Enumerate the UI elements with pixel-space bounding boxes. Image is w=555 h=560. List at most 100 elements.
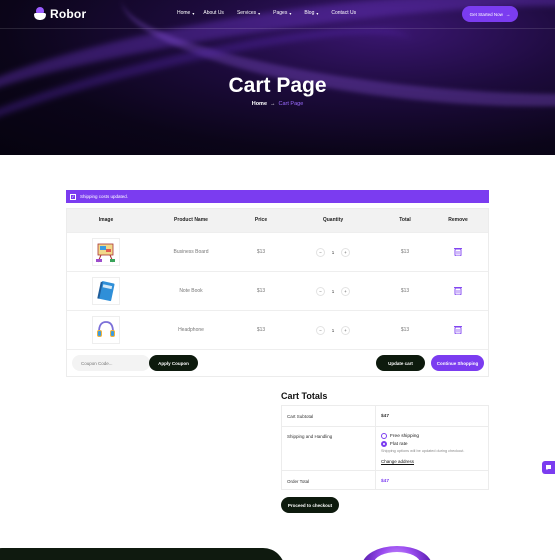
qty-increase-button[interactable]: + [340,247,350,257]
chevron-down-icon: ▾ [289,10,292,16]
breadcrumb-current: Cart Page [278,101,304,107]
brand-name: Robor [50,7,87,21]
col-header-total: Total [399,217,411,223]
coupon-input[interactable] [72,355,150,371]
order-total-value: $47 [381,479,390,484]
chevron-down-icon: ▾ [258,10,261,16]
product-name[interactable]: Note Book [179,288,202,294]
nav-item-contact[interactable]: Contact Us [331,10,356,16]
chevron-down-icon: ▾ [192,10,195,16]
get-started-button[interactable]: Get Started Now → [462,6,518,22]
qty-increase-button[interactable]: + [340,286,350,296]
product-image[interactable] [92,277,120,305]
row-divider [282,470,488,471]
shipping-notice: ✓ Shipping costs updated. [66,190,489,203]
qty-increase-button[interactable]: + [340,325,350,335]
nav-item-home[interactable]: Home ▾ [177,10,194,16]
quantity-stepper: − 1 + [316,325,350,335]
nav-item-about[interactable]: About Us [203,10,224,16]
qty-value[interactable]: 1 [332,289,335,294]
nav-divider [0,28,555,29]
change-address-link[interactable]: Change address [381,459,414,464]
robot-logo-icon [34,7,46,21]
shipping-note: Shipping options will be updated during … [381,449,465,453]
product-name[interactable]: Business Board [173,249,208,255]
notebook-icon [97,281,115,302]
cart-totals-title: Cart Totals [281,391,328,401]
product-name[interactable]: Headphone [178,327,204,333]
get-started-label: Get Started Now [469,11,503,17]
qty-decrease-button[interactable]: − [316,247,325,257]
product-total: $13 [400,249,410,255]
row-divider [282,426,488,427]
chevron-down-icon: ▾ [316,10,319,16]
top-nav: Robor Home ▾ About Us Services ▾ Pages ▾ Bl… [0,0,555,29]
radio-unselected-icon [381,433,387,439]
footer-dark-panel [0,548,285,560]
brand-logo[interactable]: Robor [34,7,86,21]
subtotal-value: $47 [381,414,390,419]
product-image[interactable] [92,238,120,266]
cart-totals-table: Cart Subtotal $47 Shipping and Handling … [281,405,489,490]
table-row: Business Board $13 − 1 + $13 [67,232,488,271]
trash-icon[interactable] [454,247,462,256]
hero-banner: Robor Home ▾ About Us Services ▾ Pages ▾ Bl… [0,0,555,155]
arrow-right-icon: → [505,11,511,17]
apply-coupon-button[interactable]: Apply Coupon [149,355,198,371]
breadcrumb-home[interactable]: Home [252,101,267,107]
quantity-stepper: − 1 + [316,247,350,257]
col-header-remove: Remove [448,217,468,223]
easel-icon [96,243,115,263]
arrow-right-icon: → [270,101,276,107]
check-icon: ✓ [70,193,76,200]
nav-item-label: Contact Us [331,10,357,16]
nav-item-label: Blog [304,10,315,16]
breadcrumb: Home → Cart Page [0,101,555,107]
nav-item-label: Pages [273,10,288,16]
product-price: $13 [256,249,266,255]
radio-selected-icon [381,441,387,447]
side-settings-tab[interactable] [542,461,555,474]
table-row: Note Book $13 − 1 + $13 [67,271,488,310]
flat-rate-option[interactable]: Flat rate [381,441,408,447]
free-shipping-option[interactable]: Free shipping [381,433,419,439]
table-header: Image Product Name Price Quantity Total … [67,209,488,232]
qty-value[interactable]: 1 [332,328,335,333]
flat-rate-label: Flat rate [390,441,408,447]
qty-decrease-button[interactable]: − [316,325,325,335]
trash-icon[interactable] [454,325,462,334]
nav-item-blog[interactable]: Blog ▾ [304,10,318,16]
cart-table: Image Product Name Price Quantity Total … [66,208,489,377]
headphone-icon [97,321,115,337]
update-cart-button[interactable]: Update cart [376,355,425,371]
nav-item-pages[interactable]: Pages ▾ [273,10,291,16]
shipping-label: Shipping and Handling [287,434,333,439]
column-divider [375,406,376,489]
col-header-product: Product Name [174,217,208,223]
qty-decrease-button[interactable]: − [316,286,325,296]
product-price: $13 [256,327,266,333]
product-total: $13 [400,288,410,294]
subtotal-label: Cart Subtotal [287,414,314,419]
free-shipping-label: Free shipping [390,433,420,439]
footer-decorative-orb [362,546,432,560]
page-title: Cart Page [228,74,327,97]
col-header-quantity: Quantity [322,217,344,223]
qty-value[interactable]: 1 [332,250,335,255]
continue-shopping-button[interactable]: Continue Shopping [431,355,484,371]
proceed-to-checkout-button[interactable]: Proceed to checkout [281,497,339,513]
nav-item-label: Services [236,10,257,16]
cart-page: Robor Home ▾ About Us Services ▾ Pages ▾ Bl… [0,0,555,560]
trash-icon[interactable] [454,286,462,295]
product-total: $13 [400,327,410,333]
product-image[interactable] [92,316,120,344]
nav-item-label: Home [177,10,191,16]
quantity-stepper: − 1 + [316,286,350,296]
chat-icon [546,465,551,471]
notice-text: Shipping costs updated. [80,194,129,199]
main-menu: Home ▾ About Us Services ▾ Pages ▾ Blog ▾ Co… [177,10,356,16]
product-price: $13 [256,288,266,294]
col-header-image: Image [98,217,114,223]
nav-item-services[interactable]: Services ▾ [237,10,260,16]
nav-item-label: About Us [203,10,224,16]
